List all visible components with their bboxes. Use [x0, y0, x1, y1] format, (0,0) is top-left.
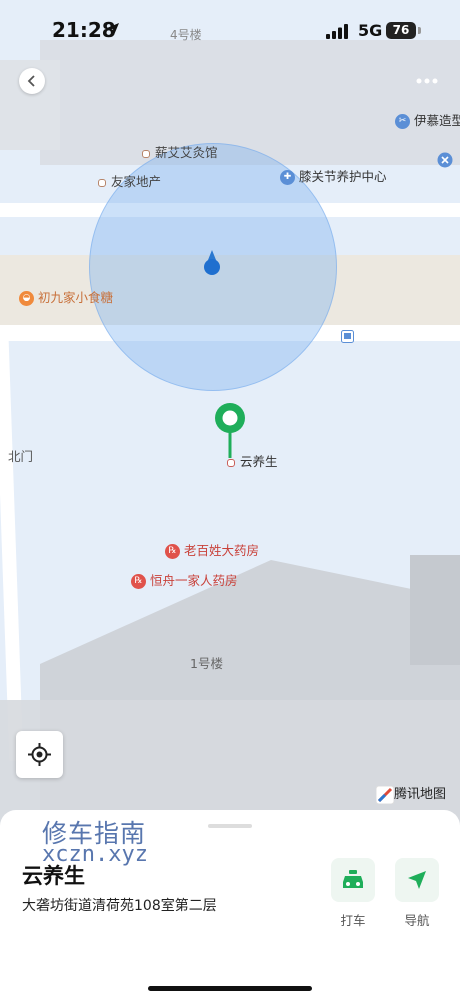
navigate-arrow-icon: [408, 871, 426, 889]
locate-me-button[interactable]: [16, 731, 63, 778]
more-options-icon[interactable]: [414, 72, 440, 90]
status-bar: 21:28 4号楼 5G 76: [0, 0, 460, 60]
cellular-signal-icon: [326, 24, 348, 39]
map-view[interactable]: 薪艾艾灸馆 友家地产 ✚ 膝关节养护中心 ✂ 伊慕造型 ◒ 初九家小食糖 北门 云养生…: [0, 0, 460, 830]
place-address: 大砻坊街道清荷苑108室第二层: [22, 898, 217, 914]
crosshair-icon: [28, 743, 51, 766]
poi-snack-shop[interactable]: ◒ 初九家小食糖: [19, 287, 113, 306]
map-building: [410, 555, 460, 665]
location-arrow-icon: [107, 23, 119, 35]
battery-icon: 76: [386, 22, 416, 39]
scissors-icon[interactable]: [437, 152, 453, 168]
navigate-button[interactable]: [395, 858, 439, 902]
map-road: [0, 341, 24, 761]
place-pin-icon: [215, 403, 245, 458]
sheet-drag-handle[interactable]: [208, 824, 252, 828]
poi-pharmacy-1[interactable]: ℞ 老百姓大药房: [165, 540, 259, 559]
poi-north-gate[interactable]: 北门: [8, 446, 33, 465]
place-title: 云养生: [22, 864, 85, 888]
taxi-icon: [343, 870, 363, 888]
map-attribution: 腾讯地图: [375, 783, 446, 804]
taxi-label: 打车: [340, 913, 366, 928]
chevron-left-icon: [27, 75, 35, 87]
my-location-icon: [204, 250, 220, 275]
poi-building-1[interactable]: 1号楼: [190, 653, 223, 672]
pharmacy-icon: ℞: [131, 574, 146, 589]
taxi-button[interactable]: [331, 858, 375, 902]
battery-cap: [418, 27, 421, 34]
home-indicator[interactable]: [148, 986, 312, 991]
pharmacy-icon: ℞: [165, 544, 180, 559]
network-type: 5G: [358, 21, 383, 40]
poi-salon[interactable]: ✂ 伊慕造型: [395, 110, 460, 129]
poi-real-estate[interactable]: 友家地产: [98, 171, 161, 190]
poi-dot-icon: [142, 149, 150, 158]
navigate-label: 导航: [404, 913, 430, 928]
medical-icon: ✚: [280, 170, 295, 185]
back-button[interactable]: [19, 68, 45, 94]
scissors-icon: ✂: [395, 114, 410, 129]
poi-dot-icon: [98, 178, 106, 187]
food-icon: ◒: [19, 291, 34, 306]
bus-stop-icon[interactable]: [341, 330, 354, 343]
poi-pharmacy-2[interactable]: ℞ 恒舟一家人药房: [131, 570, 238, 589]
taxi-action[interactable]: 打车: [331, 858, 375, 929]
navigate-action[interactable]: 导航: [395, 858, 439, 929]
poi-knee-care[interactable]: ✚ 膝关节养护中心: [280, 166, 387, 185]
place-detail-sheet[interactable]: 修车指南 xczn.xyz 云养生 大砻坊街道清荷苑108室第二层 打车 导航: [0, 810, 460, 1000]
poi-moxibustion[interactable]: 薪艾艾灸馆: [142, 142, 218, 161]
floor-label: 4号楼: [170, 28, 202, 42]
tencent-map-logo-icon: [375, 785, 395, 804]
